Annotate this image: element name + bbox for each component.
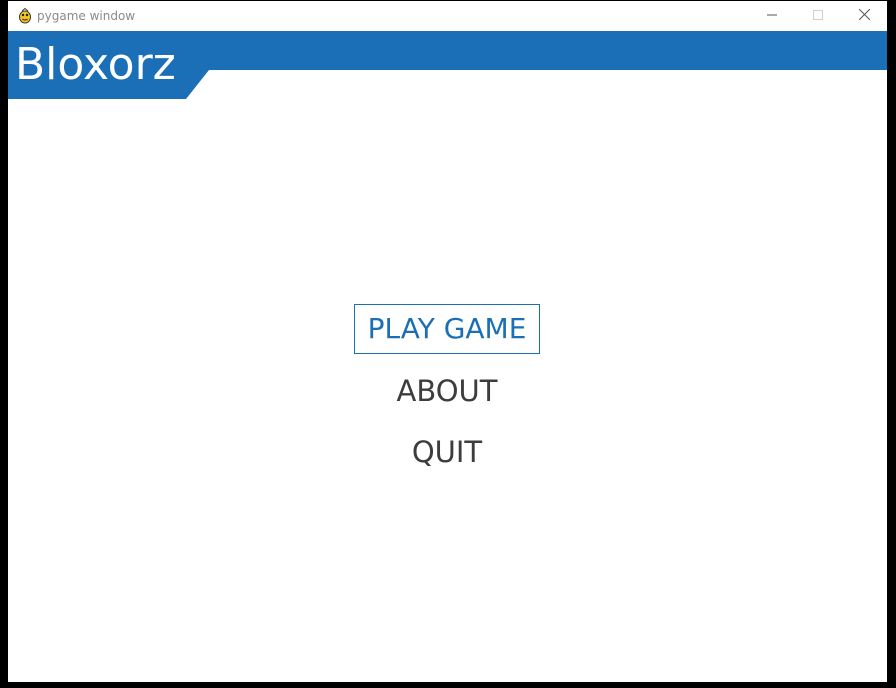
about-button[interactable]: ABOUT (354, 368, 540, 416)
close-icon (858, 7, 870, 25)
pygame-snake-icon (18, 7, 32, 24)
pygame-window: pygame window Bloxorz PLAY GAME ABOUT QU… (1, 1, 893, 685)
game-title: Bloxorz (15, 39, 176, 90)
minimize-icon (767, 7, 777, 25)
minimize-button[interactable] (749, 1, 795, 31)
maximize-button[interactable] (795, 1, 841, 31)
window-title: pygame window (37, 9, 136, 23)
close-button[interactable] (841, 1, 887, 31)
play-game-button[interactable]: PLAY GAME (354, 304, 540, 354)
game-canvas[interactable]: Bloxorz PLAY GAME ABOUT QUIT (8, 31, 887, 682)
quit-button[interactable]: QUIT (354, 429, 540, 477)
title-bar[interactable]: pygame window (8, 1, 887, 31)
maximize-icon (813, 7, 823, 25)
